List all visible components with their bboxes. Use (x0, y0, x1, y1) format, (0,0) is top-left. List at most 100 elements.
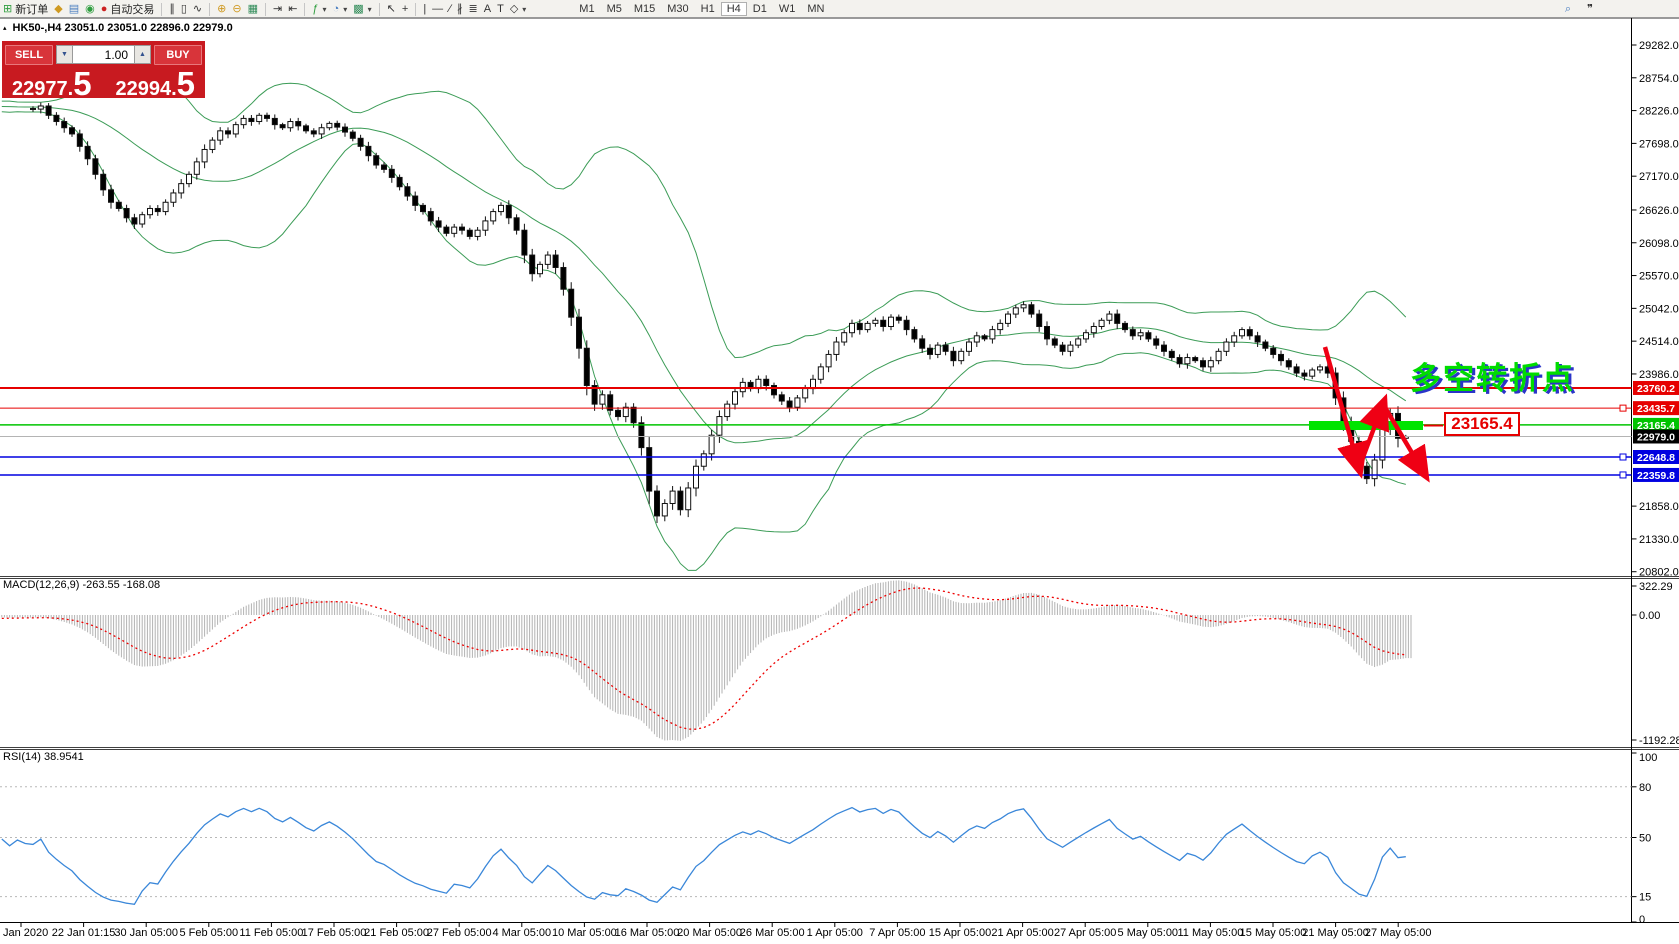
date-tick-label[interactable]: 15 Apr 05:00 (929, 927, 991, 939)
level-line-handle[interactable] (1620, 472, 1626, 478)
date-tick-label[interactable]: 27 Feb 05:00 (427, 927, 492, 939)
candle-body (928, 348, 933, 354)
date-tick-label[interactable]: 27 Apr 05:00 (1054, 927, 1116, 939)
candle-body (428, 212, 433, 221)
buy-price-frac: 5 (177, 70, 195, 98)
candle-body (1084, 333, 1089, 339)
macd-indicator-label: MACD(12,26,9) -263.55 -168.08 (3, 579, 160, 591)
candle-body (530, 255, 535, 274)
candle-body (514, 218, 519, 230)
date-tick-label[interactable]: 4 Mar 05:00 (492, 927, 551, 939)
date-tick-label[interactable]: 21 Apr 05:00 (991, 927, 1053, 939)
main-chart-panel[interactable] (2, 60, 1409, 571)
date-tick-label[interactable]: 11 Feb 05:00 (239, 927, 303, 939)
buy-button[interactable]: BUY (154, 45, 202, 65)
candle-body (850, 323, 855, 332)
sell-button[interactable]: SELL (5, 45, 53, 65)
rsi-tick-label: 15 (1639, 892, 1651, 904)
date-tick-label[interactable]: 21 May 05:00 (1302, 927, 1369, 939)
candle-body (475, 230, 480, 236)
candle-body (1029, 305, 1034, 314)
level-line-handle[interactable] (1620, 405, 1626, 411)
date-tick-label[interactable]: 22 Jan 01:15 (52, 927, 116, 939)
turning-point-annotation[interactable]: 多空转折点 (1410, 353, 1575, 398)
date-tick-label[interactable]: 7 Apr 05:00 (869, 927, 925, 939)
level-price-label: 23760.2 (1637, 383, 1675, 395)
date-tick-label[interactable]: 10 Mar 05:00 (552, 927, 617, 939)
price-tick-label: 23986.0 (1639, 369, 1679, 381)
date-tick-label[interactable]: 5 Jan 2020 (0, 927, 48, 939)
candle-body (889, 317, 894, 326)
candle-body (62, 122, 67, 128)
candle-body (467, 230, 472, 236)
candle-body (670, 491, 675, 503)
rsi-tick-label: 80 (1639, 782, 1651, 794)
level-price-label: 22359.8 (1637, 470, 1675, 482)
highlight-zone-rect[interactable] (1309, 421, 1423, 430)
trend-arrow[interactable] (1383, 404, 1424, 473)
date-tick-label[interactable]: 11 May 05:00 (1177, 927, 1243, 939)
candle-body (990, 330, 995, 339)
candle-body (1076, 339, 1081, 345)
candle-body (896, 317, 901, 320)
candle-body (1177, 358, 1182, 364)
price-tick-label: 21858.0 (1639, 501, 1679, 513)
candle-body (779, 395, 784, 401)
chart-canvas[interactable]: 29282.028754.028226.027698.027170.026626… (0, 0, 1679, 944)
trend-arrow[interactable] (1325, 347, 1359, 468)
rsi-panel[interactable] (0, 787, 1632, 905)
candle-body (1240, 330, 1245, 336)
date-tick-label[interactable]: 26 Mar 05:00 (740, 927, 805, 939)
candle-body (1318, 367, 1323, 370)
candle-body (350, 132, 355, 138)
candle-body (1099, 320, 1104, 326)
candle-body (873, 320, 878, 323)
level-line-handle[interactable] (1620, 454, 1626, 460)
candle-body (1310, 370, 1315, 376)
sell-price-frac: 5 (73, 70, 91, 98)
date-tick-label[interactable]: 15 May 05:00 (1240, 927, 1307, 939)
rsi-indicator-label: RSI(14) 38.9541 (3, 751, 84, 763)
rsi-tick-label: 0 (1639, 914, 1645, 926)
candle-body (943, 345, 948, 351)
candle-body (413, 196, 418, 205)
candle-body (405, 187, 410, 196)
date-tick-label[interactable]: 17 Feb 05:00 (302, 927, 367, 939)
volume-input[interactable]: 1.00 (73, 45, 134, 64)
volume-decrease-button[interactable]: ▼ (56, 45, 73, 64)
macd-panel[interactable] (2, 580, 1411, 741)
one-click-collapse-icon[interactable]: ▴ (3, 24, 7, 32)
candle-body (124, 208, 129, 217)
candle-body (218, 131, 223, 140)
price-tick-label: 27698.0 (1639, 138, 1679, 150)
price-callout-label[interactable]: 23165.4 (1444, 412, 1520, 436)
date-tick-label[interactable]: 20 Mar 05:00 (677, 927, 742, 939)
rsi-tick-label: 100 (1639, 752, 1657, 764)
date-tick-label[interactable]: 1 Apr 05:00 (807, 927, 863, 939)
date-tick-label[interactable]: 27 May 05:00 (1365, 927, 1432, 939)
candle-body (842, 333, 847, 342)
chart-title-text: HK50-,H4 23051.0 23051.0 22896.0 22979.0 (13, 22, 233, 34)
candle-body (460, 227, 465, 230)
candle-body (1271, 348, 1276, 354)
candle-body (623, 407, 628, 416)
candle-body (436, 221, 441, 227)
candle-body (210, 140, 215, 149)
candle-body (226, 131, 231, 134)
price-tick-label: 21330.0 (1639, 534, 1679, 546)
sell-price-main: 22977 (12, 81, 68, 98)
price-tick-label: 26626.0 (1639, 205, 1679, 217)
volume-increase-button[interactable]: ▲ (134, 45, 151, 64)
date-tick-label[interactable]: 30 Jan 05:00 (114, 927, 178, 939)
bollinger-middle-band (2, 107, 1406, 443)
candle-body (857, 323, 862, 329)
date-tick-label[interactable]: 5 May 05:00 (1118, 927, 1179, 939)
date-tick-label[interactable]: 16 Mar 05:00 (615, 927, 680, 939)
buy-price[interactable]: 22994.5 (115, 70, 195, 98)
candle-body (912, 330, 917, 339)
candle-body (1201, 361, 1206, 367)
date-tick-label[interactable]: 5 Feb 05:00 (179, 927, 238, 939)
date-tick-label[interactable]: 21 Feb 05:00 (364, 927, 429, 939)
sell-price[interactable]: 22977.5 (12, 70, 92, 98)
candle-body (452, 227, 457, 233)
